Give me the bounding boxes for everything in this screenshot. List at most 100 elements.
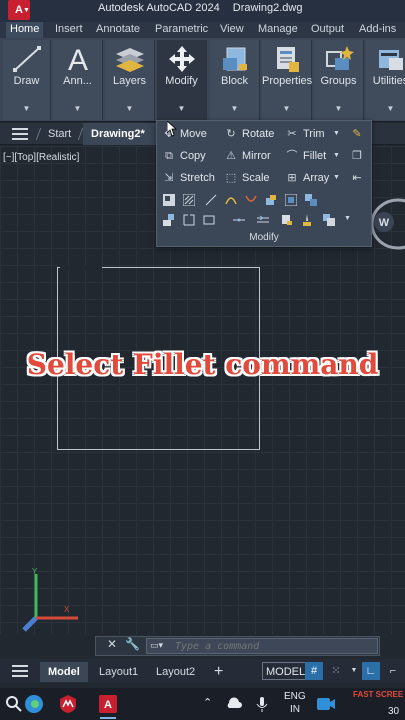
trim-icon: ✂ xyxy=(287,128,297,140)
block-button[interactable]: Block ▼ xyxy=(210,40,260,120)
mcafee-icon[interactable] xyxy=(58,694,78,714)
modify-label: Modify xyxy=(165,75,198,87)
recorder-app-label: FAST SCREE xyxy=(353,690,404,699)
overkill-icon[interactable] xyxy=(305,194,317,206)
command-input[interactable] xyxy=(146,638,378,654)
stretch-command[interactable]: ⇲ Stretch xyxy=(162,168,214,188)
tab-view[interactable]: View xyxy=(220,22,244,38)
scale-command[interactable]: ⬚ Scale xyxy=(224,168,270,188)
search-icon[interactable] xyxy=(4,694,24,714)
explode-command[interactable]: ⇤ xyxy=(350,168,368,188)
tab-insert[interactable]: Insert xyxy=(55,22,83,38)
lengthen-icon[interactable] xyxy=(205,194,217,206)
modify-tools-row-5: ▼ xyxy=(161,211,369,229)
erase-command[interactable]: ✎ xyxy=(350,124,368,144)
tab-drawing2[interactable]: Drawing2* × xyxy=(83,123,163,145)
groups-button[interactable]: Groups ▼ xyxy=(314,40,364,120)
title-bar: A ▼ Autodesk AutoCAD 2024 Drawing2.dwg xyxy=(0,0,405,22)
microphone-icon[interactable] xyxy=(252,694,272,714)
modify-panel-title: Modify xyxy=(249,232,279,243)
annotation-button[interactable]: A Ann... ▼ xyxy=(53,40,103,120)
rotate-command[interactable]: ↻ Rotate xyxy=(224,124,274,144)
autocad-taskbar-icon[interactable]: A xyxy=(98,694,118,714)
join-icon[interactable] xyxy=(203,214,215,226)
snap-icon[interactable]: ⁙ xyxy=(327,662,345,680)
chevron-down-icon[interactable]: ▼ xyxy=(333,168,340,188)
draw-button[interactable]: Draw ▼ xyxy=(3,40,51,120)
tab-manage[interactable]: Manage xyxy=(258,22,298,38)
ribbon-panel: Draw ▼ A Ann... ▼ Layers ▼ Modify ▼ Bloc… xyxy=(0,38,405,122)
tab-model[interactable]: Model xyxy=(40,662,88,682)
chevron-down-icon[interactable]: ▼ xyxy=(345,662,363,680)
break-icon[interactable] xyxy=(183,214,195,226)
blend-curves-icon[interactable] xyxy=(245,194,257,206)
layers-button[interactable]: Layers ▼ xyxy=(105,40,155,120)
menu-icon[interactable] xyxy=(12,128,28,140)
language-primary[interactable]: ENG xyxy=(284,691,306,702)
drawing-tab-label: Drawing2* xyxy=(91,128,145,140)
copy-command[interactable]: ⧉ Copy xyxy=(162,146,206,166)
draworder-icon[interactable] xyxy=(163,214,175,226)
command-prompt-icon[interactable]: ▭▾ xyxy=(150,640,163,651)
offset-command[interactable]: ❐ xyxy=(350,146,368,166)
svg-text:A: A xyxy=(67,44,87,74)
chevron-up-icon[interactable]: ⌃ xyxy=(203,696,212,709)
tab-start[interactable]: Start xyxy=(48,123,71,145)
text-a-icon: A xyxy=(67,44,87,74)
model-space-toggle[interactable]: MODEL xyxy=(262,662,310,680)
screen-recorder-icon[interactable] xyxy=(316,694,336,714)
delete-duplicate-icon[interactable] xyxy=(301,214,313,226)
tab-layout1[interactable]: Layout1 xyxy=(99,662,138,682)
properties-icon xyxy=(276,47,299,72)
viewport-controls[interactable]: [−][Top][Realistic] xyxy=(3,152,79,163)
menu-icon[interactable] xyxy=(12,665,28,677)
reverse-icon[interactable] xyxy=(285,194,297,206)
chevron-down-icon[interactable]: ▼ xyxy=(333,146,340,166)
block-label: Block xyxy=(221,75,248,87)
align-icon[interactable] xyxy=(323,214,335,226)
fillet-icon: ⌒ xyxy=(286,150,298,162)
modify-row-2: ⧉ Copy ⚠ Mirror ⌒ Fillet ▼ ❐ xyxy=(157,146,373,166)
chevron-down-icon[interactable]: ▼ xyxy=(344,209,351,229)
infer-constraints-icon[interactable]: ∟ xyxy=(362,662,380,680)
wrench-icon[interactable]: 🔧 xyxy=(125,637,140,651)
fillet-command[interactable]: ⌒ Fillet xyxy=(285,146,327,166)
offset-icon: ❐ xyxy=(352,150,362,162)
utilities-button[interactable]: Utilities ▼ xyxy=(366,40,405,120)
tab-add-ins[interactable]: Add-ins xyxy=(359,22,396,38)
ribbon-tab-bar: Home Insert Annotate Parametric View Man… xyxy=(0,22,405,38)
tab-annotate[interactable]: Annotate xyxy=(96,22,140,38)
copy-nested-icon[interactable] xyxy=(281,214,293,226)
trim-command[interactable]: ✂ Trim xyxy=(285,124,324,144)
add-layout-button[interactable]: + xyxy=(214,662,223,682)
chevron-down-icon: ▼ xyxy=(334,104,343,113)
viewcube-icon[interactable]: W xyxy=(368,196,405,250)
copy-icon: ⧉ xyxy=(165,150,173,162)
array-command[interactable]: ⊞ Array xyxy=(285,168,329,188)
edit-polyline-icon[interactable] xyxy=(163,194,175,206)
edge-browser-icon[interactable] xyxy=(24,694,44,714)
edit-spline-icon[interactable] xyxy=(225,194,237,206)
chamfer-icon[interactable] xyxy=(257,214,269,226)
mouse-cursor-icon xyxy=(167,121,177,137)
properties-label: Properties xyxy=(262,75,313,87)
tab-layout2[interactable]: Layout2 xyxy=(156,662,195,682)
language-secondary[interactable]: IN xyxy=(290,704,300,715)
rectangle-gap xyxy=(60,265,102,270)
close-icon[interactable]: ✕ xyxy=(107,637,117,651)
edit-hatch-icon[interactable] xyxy=(183,194,195,206)
tab-output[interactable]: Output xyxy=(311,22,344,38)
tab-parametric[interactable]: Parametric xyxy=(155,22,208,38)
ortho-icon[interactable]: ⌐ xyxy=(384,662,402,680)
modify-button[interactable]: Modify ▼ xyxy=(157,40,207,120)
tab-home[interactable]: Home xyxy=(6,22,44,38)
properties-button[interactable]: Properties ▼ xyxy=(262,40,312,120)
match-properties-icon[interactable] xyxy=(265,194,277,206)
block-icon xyxy=(222,47,247,71)
modify-row-1: ✥ Move ↻ Rotate ✂ Trim ▼ ✎ xyxy=(157,124,373,144)
cloud-icon[interactable] xyxy=(224,694,244,714)
grid-icon[interactable]: # xyxy=(305,662,323,680)
mirror-command[interactable]: ⚠ Mirror xyxy=(224,146,271,166)
break-at-point-icon[interactable] xyxy=(233,214,245,226)
chevron-down-icon[interactable]: ▼ xyxy=(333,124,340,144)
